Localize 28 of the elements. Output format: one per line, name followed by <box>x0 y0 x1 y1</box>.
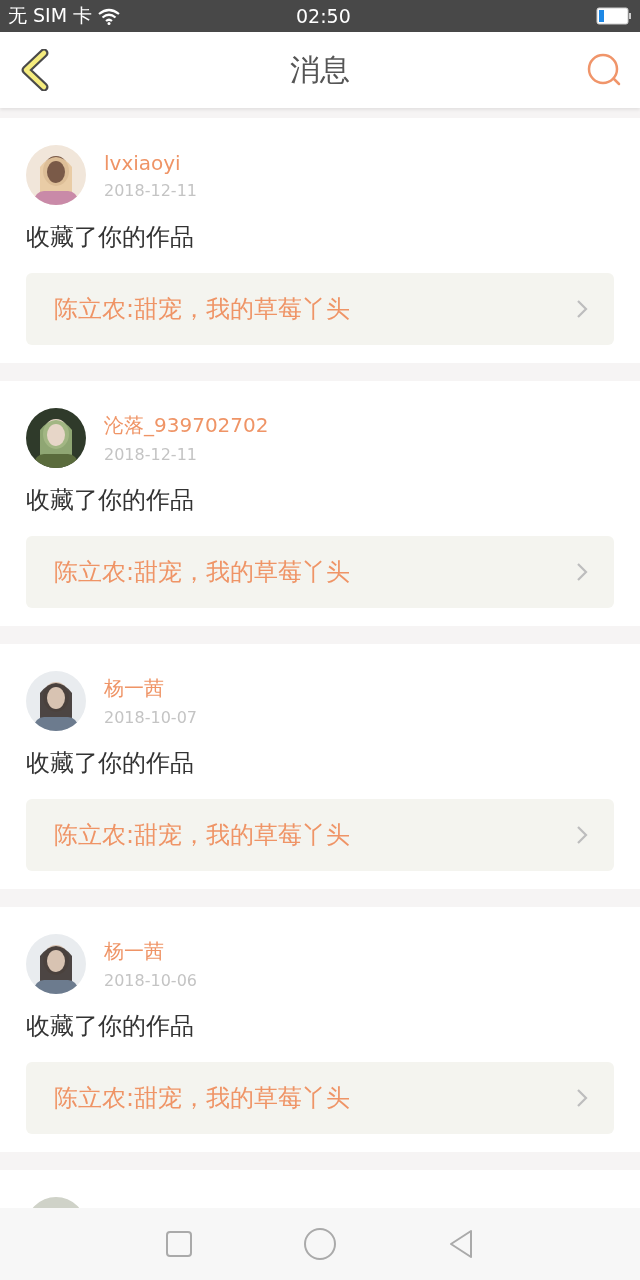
message-text: 收藏了你的作品 <box>26 748 195 779</box>
work-link[interactable]: 陈立农:甜宠，我的草莓丫头 <box>26 536 614 608</box>
recent-apps-button[interactable] <box>165 1230 193 1258</box>
chevron-right-icon <box>576 825 588 845</box>
chevron-right-icon <box>576 1088 588 1108</box>
user-name[interactable]: 沦落_939702702 <box>104 412 269 439</box>
message-text: 收藏了你的作品 <box>26 222 195 253</box>
clock-time: 02:50 <box>296 5 351 27</box>
battery-icon <box>596 7 632 25</box>
chevron-right-icon <box>576 299 588 319</box>
work-link[interactable]: 陈立农:甜宠，我的草莓丫头 <box>26 799 614 871</box>
user-name[interactable]: 杨一茜 <box>104 675 197 702</box>
home-button[interactable] <box>303 1227 337 1261</box>
work-link[interactable]: 陈立农:甜宠，我的草莓丫头 <box>26 1062 614 1134</box>
message-date: 2018-10-07 <box>104 708 197 727</box>
message-date: 2018-12-11 <box>104 445 198 464</box>
carrier-label: 无 SIM 卡 <box>8 3 93 28</box>
message-text: 收藏了你的作品 <box>26 1011 195 1042</box>
page-title: 消息 <box>290 50 350 89</box>
back-nav-button[interactable] <box>447 1228 475 1260</box>
message-date: 2018-10-06 <box>104 971 197 990</box>
user-name[interactable]: lvxiaoyi <box>104 150 197 175</box>
wifi-icon <box>98 7 121 25</box>
user-name[interactable]: 杨一茜 <box>104 938 197 965</box>
message-text: 收藏了你的作品 <box>26 485 195 516</box>
work-link[interactable]: 陈立农:甜宠，我的草莓丫头 <box>26 273 614 345</box>
message-date: 2018-12-11 <box>104 180 197 200</box>
chevron-right-icon <box>576 562 588 582</box>
